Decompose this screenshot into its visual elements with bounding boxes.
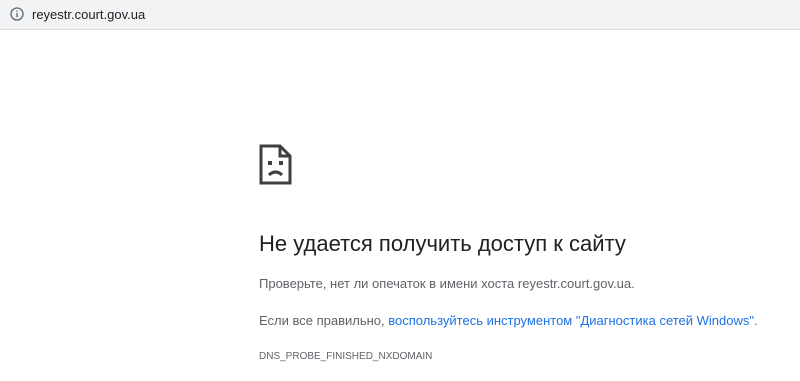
address-bar[interactable]: reyestr.court.gov.ua [0,0,800,30]
network-diagnostics-link[interactable]: воспользуйтесь инструментом "Диагностика… [388,313,754,328]
url-text[interactable]: reyestr.court.gov.ua [32,7,145,23]
error-code: DNS_PROBE_FINISHED_NXDOMAIN [259,351,433,362]
error-heading: Не удается получить доступ к сайту [259,231,626,256]
hostname-typo-suggestion: Проверьте, нет ли опечаток в имени хоста… [259,276,635,291]
info-icon[interactable] [10,7,24,21]
sad-document-icon [259,144,292,185]
error-page: Не удается получить доступ к сайту Прове… [0,30,800,381]
diagnostics-suggestion: Если все правильно, воспользуйтесь инстр… [259,312,758,330]
diagnostics-prefix: Если все правильно, [259,313,389,328]
diagnostics-suffix: . [754,313,758,328]
